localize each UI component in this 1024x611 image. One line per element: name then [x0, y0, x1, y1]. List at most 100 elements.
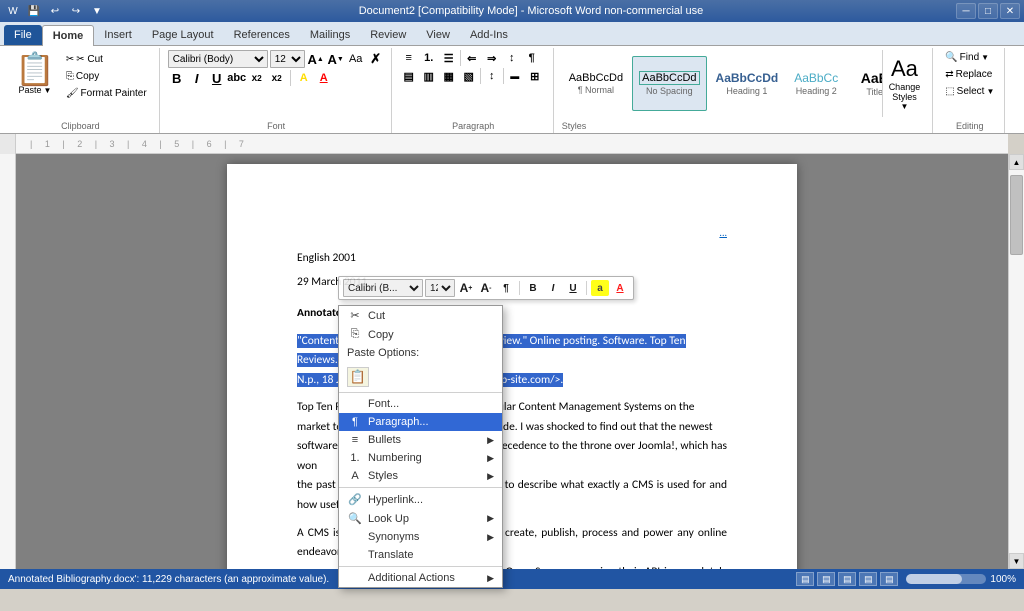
ctx-hyperlink-label: Hyperlink...	[368, 494, 423, 506]
tab-addins[interactable]: Add-Ins	[460, 25, 518, 45]
mt-pilcrow-btn[interactable]: ¶	[497, 280, 515, 296]
bold-btn[interactable]: B	[168, 70, 186, 86]
show-hide-btn[interactable]: ¶	[523, 50, 541, 66]
ctx-bullets[interactable]: ≡ Bullets ▶	[339, 431, 502, 449]
title-bar-left: W 💾 ↩ ↪ ▼	[4, 3, 106, 19]
minimize-btn[interactable]: ─	[956, 3, 976, 19]
editing-label: Editing	[956, 121, 984, 131]
ctx-styles[interactable]: A Styles ▶	[339, 467, 502, 485]
undo-btn[interactable]: ↩	[46, 3, 64, 19]
ctx-translate[interactable]: Translate	[339, 546, 502, 564]
superscript-btn[interactable]: x2	[268, 70, 286, 86]
subscript-btn[interactable]: x2	[248, 70, 266, 86]
style-title[interactable]: AaB Title	[847, 56, 881, 111]
find-btn[interactable]: 🔍 Find ▼	[941, 50, 993, 65]
ctx-paste-icon1[interactable]: 📋	[347, 367, 369, 387]
qa-dropdown[interactable]: ▼	[88, 3, 106, 19]
para-sep1	[460, 50, 461, 66]
line-spacing-btn[interactable]: ↕	[483, 68, 501, 84]
clear-format-btn[interactable]: ✗	[367, 51, 385, 67]
mt-italic-btn[interactable]: I	[544, 280, 562, 296]
para-content: ≡ 1. ☰ ⇐ ⇒ ↕ ¶ ▤ ▥ ▦ ▧ ↕ ▬ ⊞	[400, 50, 547, 117]
tab-insert[interactable]: Insert	[94, 25, 142, 45]
align-left-btn[interactable]: ▤	[400, 68, 418, 84]
increase-indent-btn[interactable]: ⇒	[483, 50, 501, 66]
close-btn[interactable]: ✕	[1000, 3, 1020, 19]
mt-shrink-btn[interactable]: A-	[477, 280, 495, 296]
change-styles-btn[interactable]: Aa ChangeStyles ▼	[883, 51, 927, 117]
format-painter-button[interactable]: 🖌 Format Painter	[62, 86, 151, 101]
mt-underline-btn[interactable]: U	[564, 280, 582, 296]
cut-button[interactable]: ✂ ✂ Cut	[62, 52, 151, 67]
ctx-synonyms[interactable]: Synonyms ▶	[339, 528, 502, 546]
view-btn2[interactable]: ▤	[817, 572, 835, 586]
change-case-btn[interactable]: Aa	[347, 51, 365, 67]
font-color-btn[interactable]: A	[315, 70, 333, 86]
align-right-btn[interactable]: ▦	[440, 68, 458, 84]
shrink-font-btn[interactable]: A▼	[327, 51, 345, 67]
view-btn4[interactable]: ▤	[859, 572, 877, 586]
ctx-cut[interactable]: ✂ Cut	[339, 306, 502, 325]
multilevel-btn[interactable]: ☰	[440, 50, 458, 66]
zoom-slider[interactable]	[906, 574, 986, 584]
para-label: Paragraph	[452, 121, 494, 131]
tab-view[interactable]: View	[416, 25, 460, 45]
shading-btn[interactable]: ▬	[506, 68, 524, 84]
mt-size-select[interactable]: 12	[425, 279, 455, 297]
save-btn[interactable]: 💾	[25, 3, 43, 19]
grow-font-btn[interactable]: A▲	[307, 51, 325, 67]
strikethrough-btn[interactable]: abc	[228, 70, 246, 86]
tab-mailings[interactable]: Mailings	[300, 25, 360, 45]
bullets-btn[interactable]: ≡	[400, 50, 418, 66]
ctx-font[interactable]: Font...	[339, 395, 502, 413]
center-btn[interactable]: ▥	[420, 68, 438, 84]
ctx-lookup[interactable]: 🔍 Look Up ▶	[339, 509, 502, 528]
mt-color-btn[interactable]: A	[611, 280, 629, 296]
replace-btn[interactable]: ⇄ Replace	[941, 67, 996, 82]
tab-home[interactable]: Home	[42, 25, 95, 46]
ctx-numbering[interactable]: 1. Numbering ▶	[339, 449, 502, 467]
ctx-copy[interactable]: ⎘ Copy	[339, 325, 502, 344]
ctx-additional[interactable]: Additional Actions ▶	[339, 569, 502, 587]
numbering-btn[interactable]: 1.	[420, 50, 438, 66]
font-group: Calibri (Body) 12 A▲ A▼ Aa ✗ B I U abc x…	[162, 48, 392, 133]
style-nospacing[interactable]: AaBbCcDd No Spacing	[632, 56, 706, 111]
underline-btn[interactable]: U	[208, 70, 226, 86]
tab-page-layout[interactable]: Page Layout	[142, 25, 224, 45]
copy-button[interactable]: ⎘ Copy	[62, 69, 151, 84]
paste-button[interactable]: 📋 Paste ▼	[10, 50, 60, 98]
tab-references[interactable]: References	[224, 25, 300, 45]
scroll-up-btn[interactable]: ▲	[1009, 154, 1024, 170]
ctx-hyperlink[interactable]: 🔗 Hyperlink...	[339, 490, 502, 509]
view-btn3[interactable]: ▤	[838, 572, 856, 586]
sort-btn[interactable]: ↕	[503, 50, 521, 66]
highlight-btn[interactable]: A	[295, 70, 313, 86]
mt-highlight-btn[interactable]: a	[591, 280, 609, 296]
redo-btn[interactable]: ↪	[67, 3, 85, 19]
scroll-thumb[interactable]	[1010, 175, 1023, 255]
justify-btn[interactable]: ▧	[460, 68, 478, 84]
cut-icon: ✂	[66, 54, 74, 65]
tab-file[interactable]: File	[4, 25, 42, 45]
mt-bold-btn[interactable]: B	[524, 280, 542, 296]
mt-font-select[interactable]: Calibri (B...	[343, 279, 423, 297]
scroll-down-btn[interactable]: ▼	[1009, 553, 1024, 569]
style-normal[interactable]: AaBbCcDd ¶ Normal	[562, 56, 630, 111]
view-btn5[interactable]: ▤	[880, 572, 898, 586]
italic-btn[interactable]: I	[188, 70, 206, 86]
ctx-paragraph-icon: ¶	[347, 416, 363, 428]
select-btn[interactable]: ⬚ Select ▼	[941, 84, 998, 99]
style-h1[interactable]: AaBbCcDd Heading 1	[709, 56, 786, 111]
font-name-select[interactable]: Calibri (Body)	[168, 50, 268, 68]
ctx-paragraph[interactable]: ¶ Paragraph...	[339, 413, 502, 431]
word-icon[interactable]: W	[4, 3, 22, 19]
tab-review[interactable]: Review	[360, 25, 416, 45]
font-size-select[interactable]: 12	[270, 50, 305, 68]
maximize-btn[interactable]: □	[978, 3, 998, 19]
style-h2[interactable]: AaBbCc Heading 2	[787, 56, 845, 111]
decrease-indent-btn[interactable]: ⇐	[463, 50, 481, 66]
mt-grow-btn[interactable]: A+	[457, 280, 475, 296]
view-btn1[interactable]: ▤	[796, 572, 814, 586]
borders-btn[interactable]: ⊞	[526, 68, 544, 84]
doc-scroll-area[interactable]: ... English 2001 29 March 2011 Annotated…	[16, 154, 1008, 569]
